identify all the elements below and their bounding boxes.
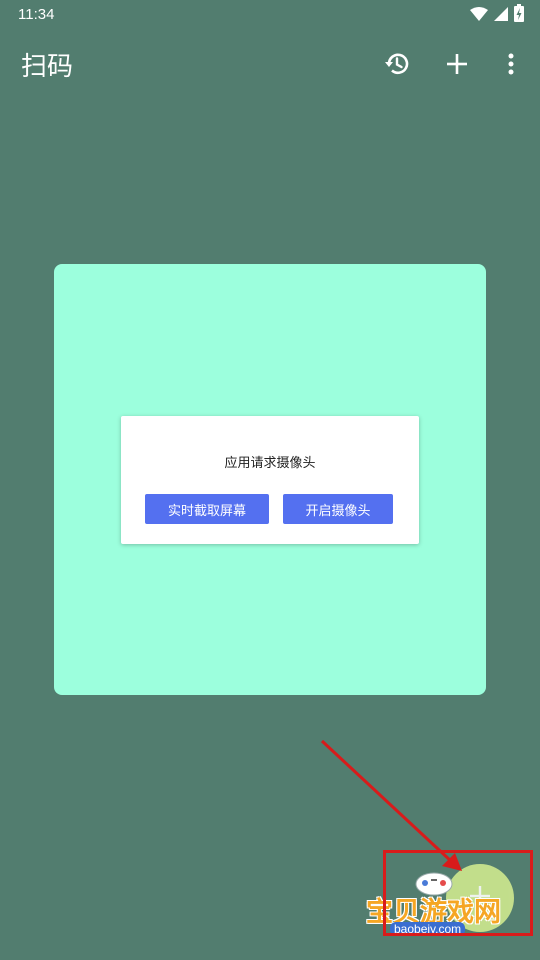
dialog-message: 应用请求摄像头 — [224, 456, 316, 471]
camera-permission-dialog: 应用请求摄像头 实时截取屏幕 开启摄像头 — [121, 416, 419, 544]
wifi-icon — [470, 6, 488, 25]
annotation-highlight-box — [383, 850, 533, 936]
status-time: 11:34 — [18, 6, 55, 23]
add-icon — [445, 52, 469, 80]
page-title: 扫码 — [21, 52, 74, 82]
status-bar: 11:34 — [0, 0, 540, 32]
open-camera-button[interactable]: 开启摄像头 — [283, 494, 393, 524]
history-button[interactable] — [379, 48, 415, 84]
more-vert-icon — [507, 52, 515, 80]
signal-icon — [494, 6, 508, 25]
history-icon — [383, 50, 411, 82]
screen-capture-button[interactable]: 实时截取屏幕 — [145, 494, 269, 524]
more-options-button[interactable] — [493, 48, 529, 84]
app-bar: 扫码 — [0, 32, 540, 102]
add-button[interactable] — [439, 48, 475, 84]
status-icons — [470, 4, 524, 26]
battery-charging-icon — [514, 4, 524, 26]
